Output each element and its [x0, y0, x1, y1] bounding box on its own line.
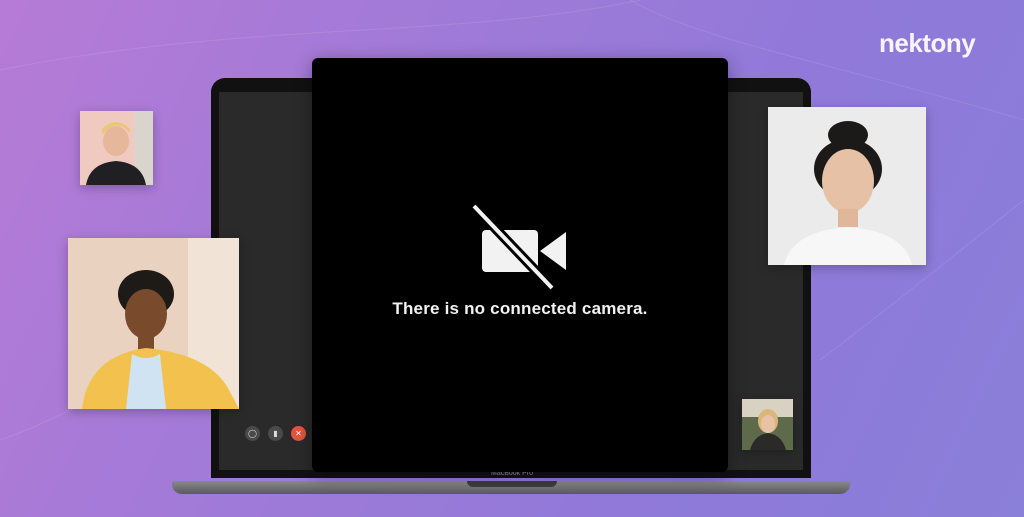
laptop-notch [467, 481, 557, 487]
participant-thumbnail [742, 399, 793, 450]
video-camera-off-icon [470, 202, 566, 292]
camera-window: There is no connected camera. [312, 58, 728, 472]
participant-thumbnail [80, 111, 153, 185]
video-icon[interactable]: ◯ [245, 426, 260, 441]
no-camera-message: There is no connected camera. [392, 299, 648, 318]
end-call-icon[interactable]: ✕ [291, 426, 306, 441]
call-controls: ◯ ▮ ✕ [245, 426, 306, 441]
participant-thumbnail [68, 238, 239, 409]
participant-thumbnail [768, 107, 926, 265]
microphone-icon[interactable]: ▮ [268, 426, 283, 441]
brand-logo: nektony [879, 28, 976, 58]
